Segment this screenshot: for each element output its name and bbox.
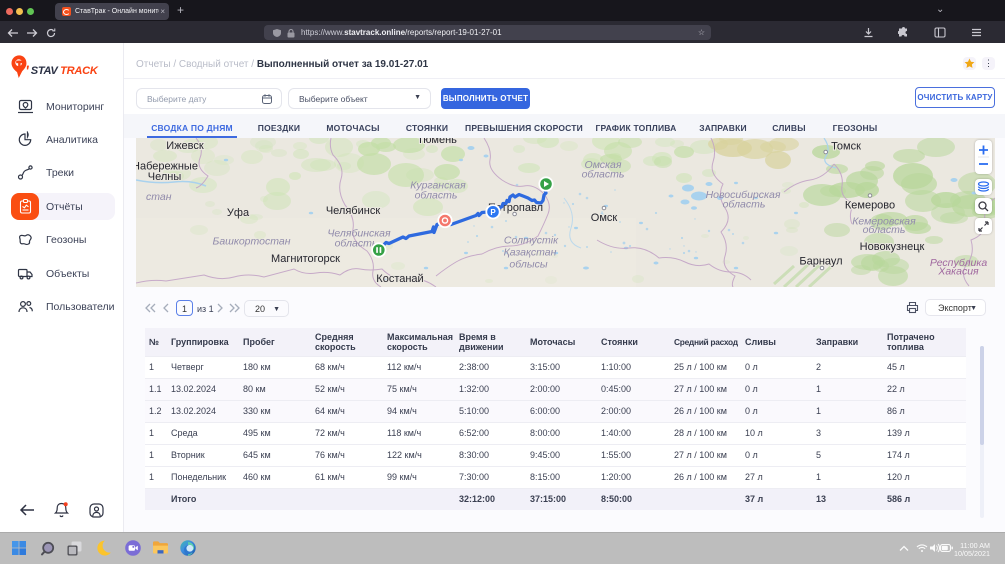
svg-text:Тюмень: Тюмень bbox=[417, 138, 457, 146]
svg-text:стан: стан bbox=[146, 191, 172, 203]
svg-text:TRACK: TRACK bbox=[60, 65, 99, 77]
svg-text:Томск: Томск bbox=[831, 141, 861, 153]
svg-text:Қазақстан: Қазақстан bbox=[504, 247, 557, 259]
svg-text:Ижевск: Ижевск bbox=[166, 140, 204, 152]
svg-text:область: область bbox=[863, 224, 906, 236]
svg-text:Башкортостан: Башкортостан bbox=[213, 236, 291, 248]
svg-text:область: область bbox=[335, 238, 378, 250]
svg-text:Магнитогорск: Магнитогорск bbox=[271, 253, 340, 265]
svg-text:Челябинск: Челябинск bbox=[326, 205, 380, 217]
svg-text:Хакасия: Хакасия bbox=[937, 266, 979, 278]
svg-text:облысы: облысы bbox=[509, 259, 547, 271]
svg-text:P: P bbox=[490, 208, 496, 217]
svg-text:Солтустік: Солтустік bbox=[504, 235, 559, 247]
svg-text:Новокузнецк: Новокузнецк bbox=[860, 241, 925, 253]
svg-text:область: область bbox=[723, 199, 766, 211]
svg-text:Барнаул: Барнаул bbox=[799, 256, 842, 268]
svg-text:Омск: Омск bbox=[591, 212, 618, 224]
svg-text:область: область bbox=[582, 169, 625, 181]
svg-text:Уфа: Уфа bbox=[227, 207, 250, 219]
svg-text:STAV: STAV bbox=[31, 65, 60, 77]
svg-text:Челны: Челны bbox=[148, 171, 182, 183]
svg-text:Кемерово: Кемерово bbox=[845, 200, 895, 212]
svg-text:область: область bbox=[415, 190, 458, 202]
svg-text:Костанай: Костанай bbox=[376, 273, 423, 285]
